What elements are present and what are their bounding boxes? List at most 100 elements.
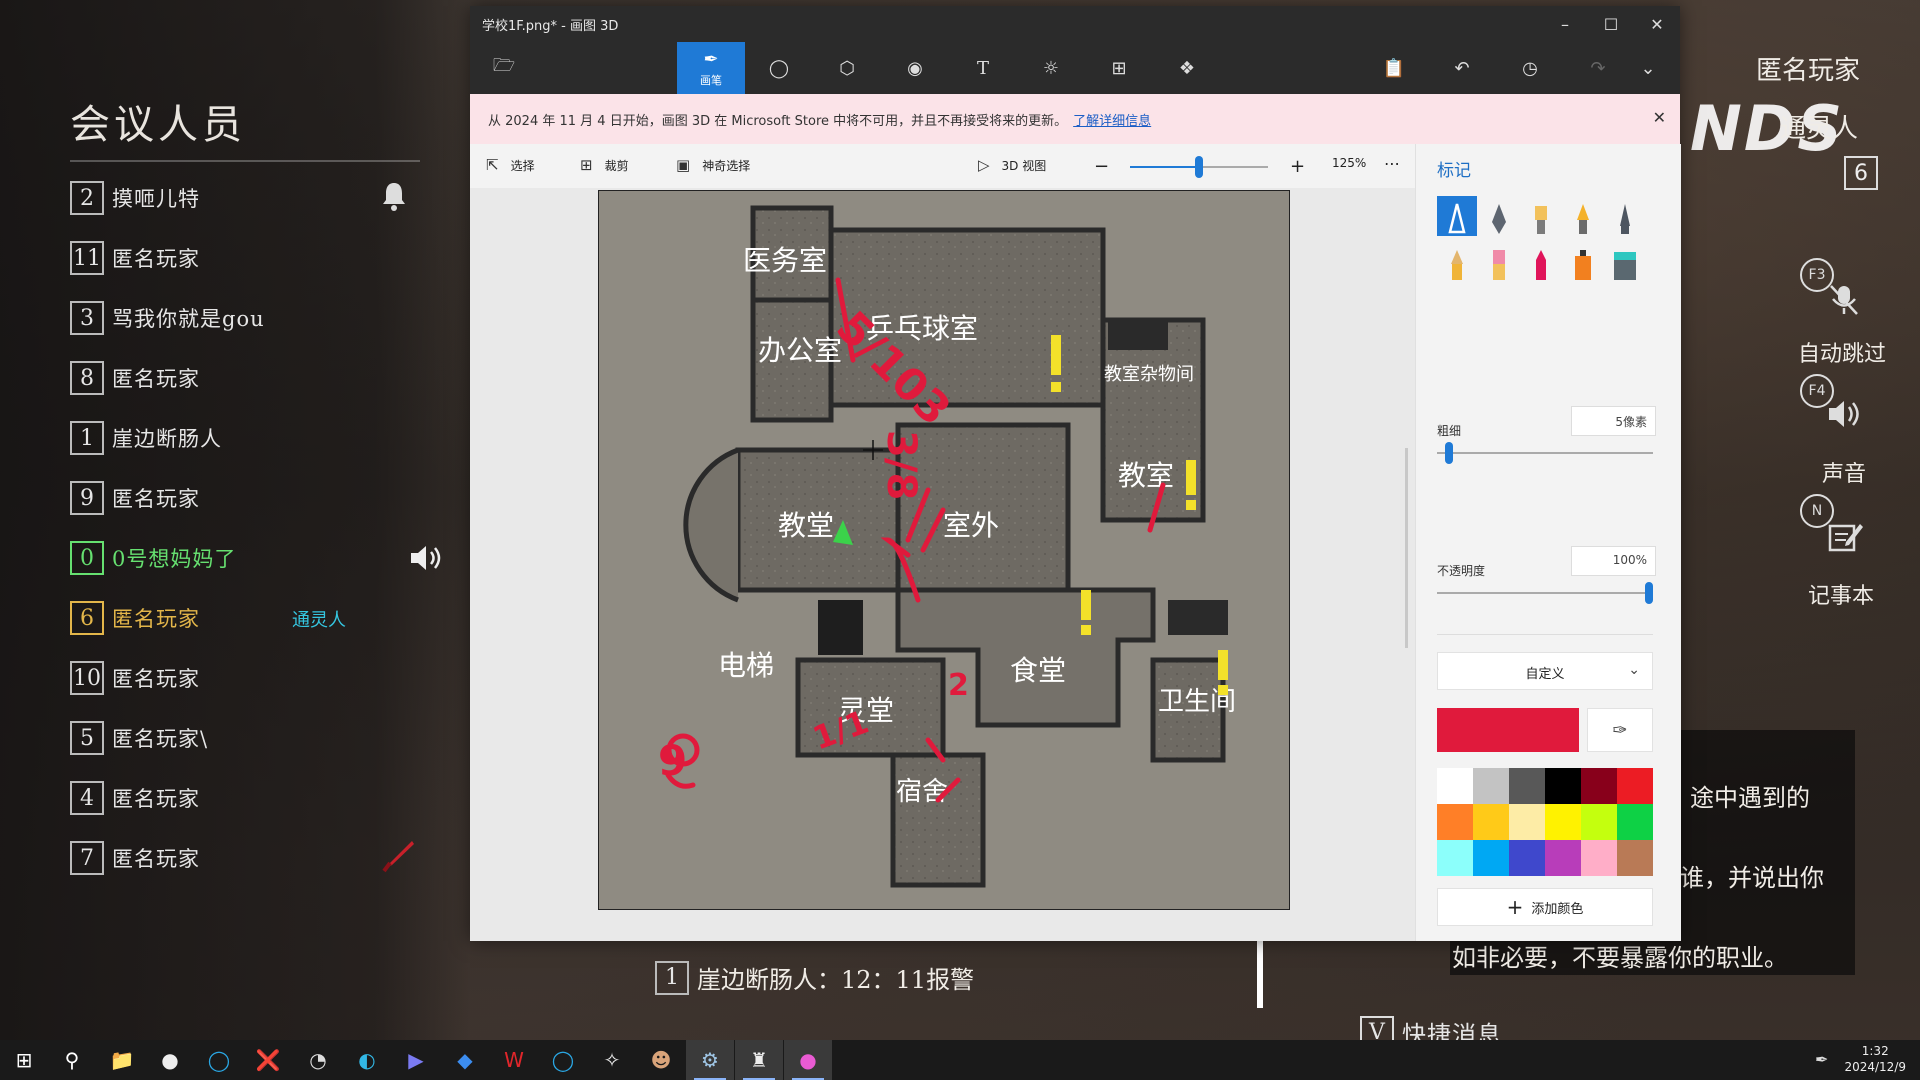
file-explorer-icon[interactable]: 📁	[98, 1040, 146, 1080]
xbox-icon[interactable]: ❌	[244, 1040, 292, 1080]
player-row[interactable]: 9 匿名玩家	[70, 478, 200, 518]
thickness-thumb[interactable]	[1445, 442, 1454, 464]
color-swatch[interactable]	[1473, 840, 1509, 876]
fill-brush[interactable]	[1605, 242, 1645, 282]
paste-icon[interactable]: 📋	[1360, 42, 1428, 94]
player-row[interactable]: 10 匿名玩家	[70, 658, 200, 698]
color-swatch[interactable]	[1509, 804, 1545, 840]
color-swatch[interactable]	[1617, 840, 1653, 876]
bell-icon[interactable]	[380, 180, 408, 212]
player-row[interactable]: 1 崖边断肠人	[70, 418, 222, 458]
player-row[interactable]: 7 匿名玩家	[70, 838, 200, 878]
3d-view-button[interactable]: ▷ 3D 视图	[978, 156, 1046, 174]
notebook-label[interactable]: 记事本	[1808, 578, 1874, 610]
text-tool-icon[interactable]: T	[949, 42, 1017, 94]
player-row[interactable]: 8 匿名玩家	[70, 358, 200, 398]
zoom-in-button[interactable]: +	[1290, 156, 1305, 177]
title-bar[interactable]: 学校1F.png* - 画图 3D – ☐ ✕	[470, 6, 1680, 42]
color-swatch[interactable]	[1545, 840, 1581, 876]
zoom-out-button[interactable]: −	[1094, 156, 1109, 177]
watercolor-brush[interactable]	[1563, 196, 1603, 236]
vertical-scrollbar[interactable]	[1405, 448, 1408, 648]
color-swatch[interactable]	[1473, 804, 1509, 840]
color-swatch[interactable]	[1545, 804, 1581, 840]
maximize-button[interactable]: ☐	[1588, 6, 1634, 42]
minimize-button[interactable]: –	[1542, 6, 1588, 42]
color-swatch[interactable]	[1581, 768, 1617, 804]
marker-brush[interactable]	[1437, 196, 1477, 236]
color-swatch[interactable]	[1617, 768, 1653, 804]
close-button[interactable]: ✕	[1634, 6, 1680, 42]
media-player-icon[interactable]: ▶	[392, 1040, 440, 1080]
opacity-input[interactable]: 100%	[1571, 546, 1656, 576]
more-icon[interactable]: ⋯	[1384, 154, 1400, 173]
zoom-thumb[interactable]	[1195, 156, 1203, 178]
notebook-icon[interactable]	[1826, 518, 1864, 554]
add-color-button[interactable]: + 添加颜色	[1437, 888, 1653, 926]
color-swatch[interactable]	[1581, 804, 1617, 840]
color-swatch[interactable]	[1545, 768, 1581, 804]
pencil-brush[interactable]	[1437, 242, 1477, 282]
shapes-2d-icon[interactable]: ◯	[745, 42, 813, 94]
learn-more-link[interactable]: 了解详细信息	[1073, 114, 1151, 129]
calligraphy-pen-brush[interactable]	[1479, 196, 1519, 236]
thickness-input[interactable]: 5像素	[1571, 406, 1656, 436]
sound-label[interactable]: 声音	[1822, 456, 1866, 488]
select-button[interactable]: ⇱ 选择	[486, 156, 535, 174]
opacity-thumb[interactable]	[1645, 582, 1653, 604]
pen-tray-icon[interactable]: ✒	[1815, 1050, 1828, 1069]
color-swatch[interactable]	[1509, 840, 1545, 876]
thickness-slider[interactable]	[1437, 442, 1653, 464]
player-row[interactable]: 11 匿名玩家	[70, 238, 200, 278]
paint3d-taskbar-icon[interactable]: ●	[784, 1040, 832, 1080]
crayon-brush[interactable]	[1521, 242, 1561, 282]
player-row[interactable]: 3 骂我你就是gou	[70, 298, 265, 338]
shapes-3d-icon[interactable]: ⬡	[813, 42, 881, 94]
app-icon[interactable]: ◆	[441, 1040, 489, 1080]
eyedropper-icon[interactable]: ✑	[1587, 708, 1653, 752]
qq-icon[interactable]: ●	[146, 1040, 194, 1080]
steam-icon[interactable]: ⚙	[686, 1040, 734, 1080]
chat-scrollbar[interactable]	[1257, 940, 1263, 1008]
color-swatch[interactable]	[1617, 804, 1653, 840]
spray-can-brush[interactable]	[1563, 242, 1603, 282]
zoom-slider[interactable]	[1130, 156, 1268, 178]
canvas-area[interactable]: 医务室 办公室 乒乓球室 教室杂物间 教堂 室外 教室 电梯 灵堂 食堂 卫生间…	[470, 188, 1415, 941]
notice-close-icon[interactable]: ✕	[1653, 108, 1666, 127]
history-icon[interactable]: ◷	[1496, 42, 1564, 94]
player-row[interactable]: 2 摸咂儿特	[70, 178, 200, 218]
school-map-image[interactable]: 医务室 办公室 乒乓球室 教室杂物间 教堂 室外 教室 电梯 灵堂 食堂 卫生间…	[598, 190, 1290, 910]
crop-button[interactable]: ⊞ 裁剪	[580, 156, 629, 174]
color-swatch[interactable]	[1509, 768, 1545, 804]
qq-browser-icon[interactable]: ◯	[539, 1040, 587, 1080]
canvas-icon[interactable]: ⊞	[1085, 42, 1153, 94]
color-mode-dropdown[interactable]: 自定义 ⌄	[1437, 652, 1653, 690]
opacity-slider[interactable]	[1437, 582, 1653, 604]
3d-library-icon[interactable]: ❖	[1153, 42, 1221, 94]
player-row[interactable]: 4 匿名玩家	[70, 778, 200, 818]
edge-icon[interactable]: ◐	[343, 1040, 391, 1080]
avatar-app-icon[interactable]: ☻	[637, 1040, 685, 1080]
mute-mic-icon[interactable]	[1826, 282, 1862, 318]
color-swatch[interactable]	[1473, 768, 1509, 804]
undo-icon[interactable]: ↶	[1428, 42, 1496, 94]
color-swatch[interactable]	[1581, 840, 1617, 876]
player-row[interactable]: 5 匿名玩家\	[70, 718, 208, 758]
magic-select-button[interactable]: ▣ 神奇选择	[676, 156, 750, 174]
oil-brush[interactable]	[1521, 196, 1561, 236]
sound-icon[interactable]	[1826, 396, 1866, 432]
qq-browser-icon[interactable]: ◯	[195, 1040, 243, 1080]
color-swatch[interactable]	[1437, 840, 1473, 876]
app-icon[interactable]: ◔	[294, 1040, 342, 1080]
brushes-tab[interactable]: ✒ 画笔	[677, 42, 745, 94]
current-color-swatch[interactable]	[1437, 708, 1579, 752]
stickers-icon[interactable]: ◉	[881, 42, 949, 94]
player-row-self[interactable]: 6 匿名玩家	[70, 598, 200, 638]
app-icon[interactable]: ✧	[588, 1040, 636, 1080]
chevron-down-icon[interactable]: ⌄	[1614, 42, 1682, 94]
eraser-brush[interactable]	[1479, 242, 1519, 282]
color-swatch[interactable]	[1437, 768, 1473, 804]
effects-icon[interactable]: ☼	[1017, 42, 1085, 94]
player-row-speaking[interactable]: 0 0号想妈妈了	[70, 538, 236, 578]
menu-folder-icon[interactable]: 🗁	[470, 42, 538, 94]
